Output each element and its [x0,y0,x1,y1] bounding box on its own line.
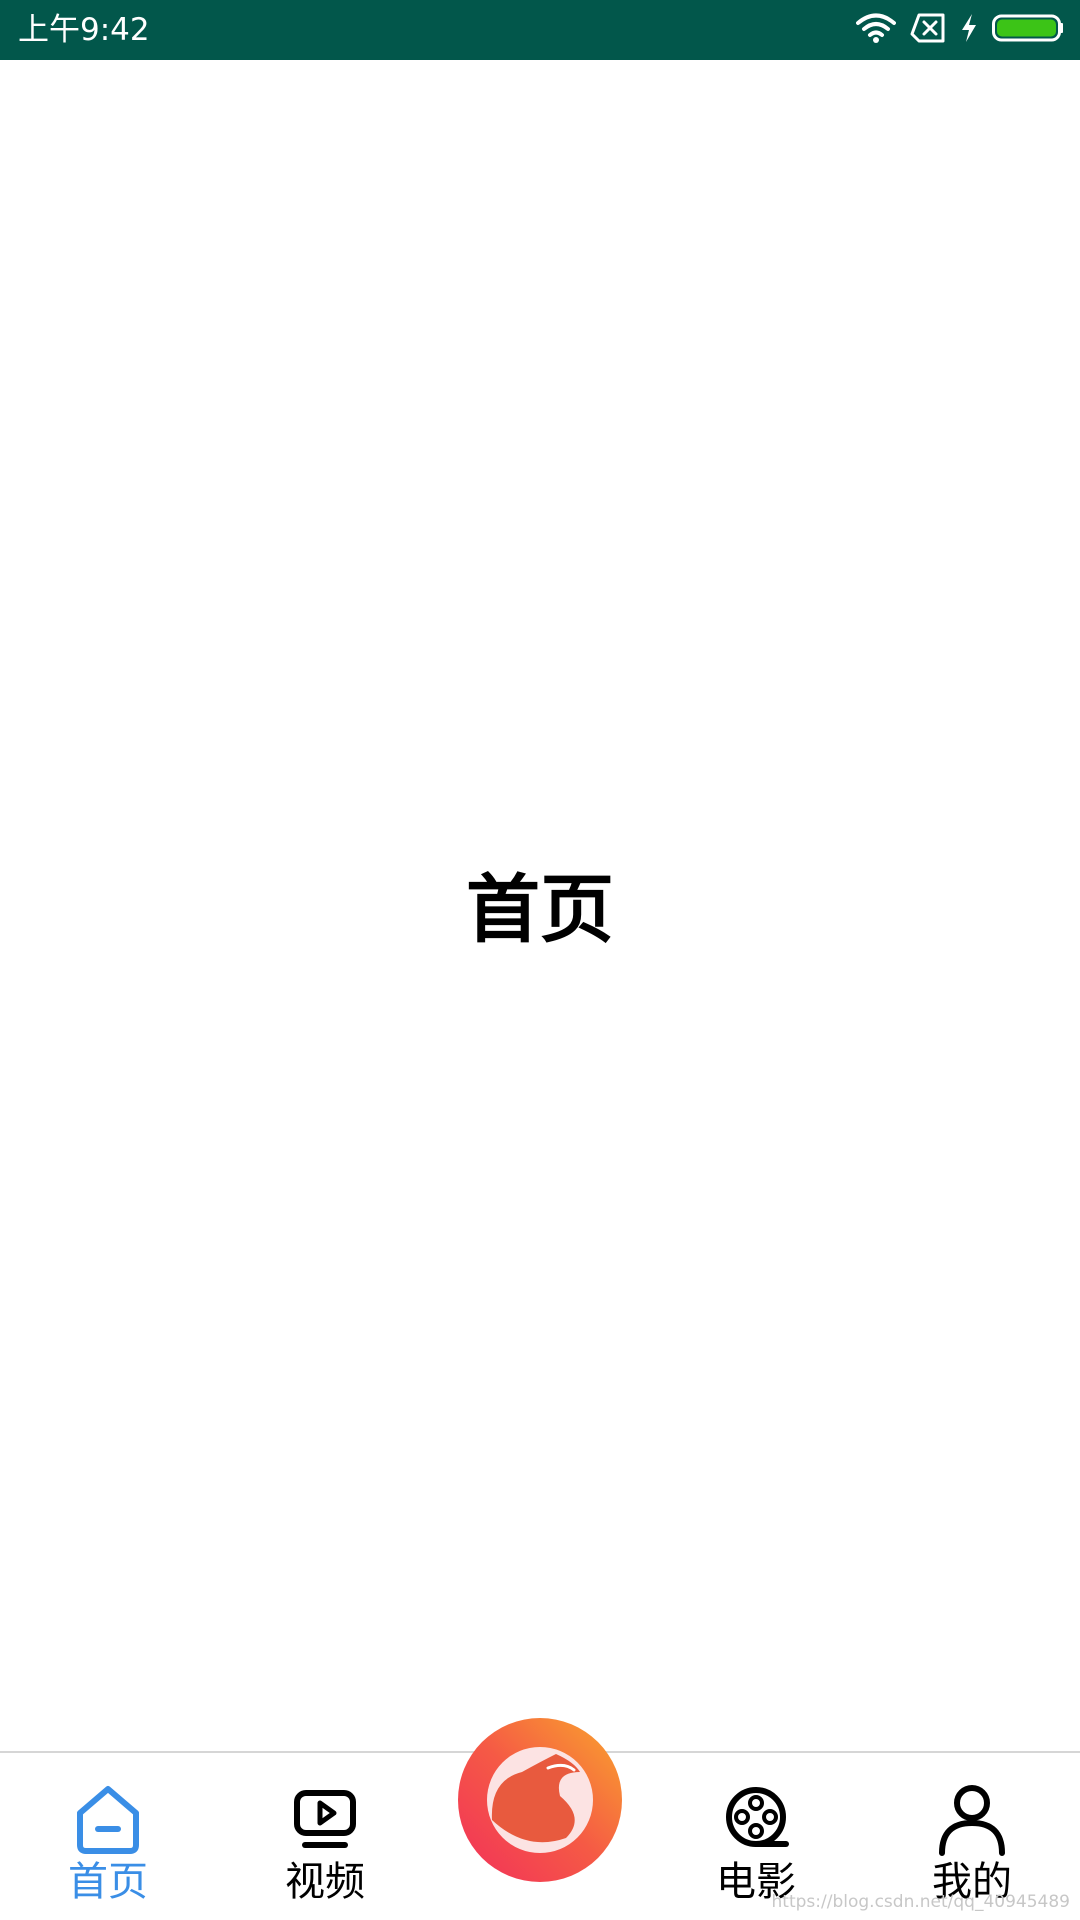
charging-icon [960,13,978,47]
home-icon [68,1779,148,1859]
tab-home[interactable]: 首页 [8,1753,208,1920]
tv-play-icon [285,1779,365,1859]
tab-video[interactable]: 视频 [225,1753,425,1920]
center-action-button[interactable] [456,1716,624,1884]
status-icons [856,12,1064,48]
battery-icon [992,13,1064,47]
tab-home-label: 首页 [68,1859,148,1905]
status-bar: 上午9:42 [0,0,1080,60]
user-icon [932,1779,1012,1859]
wifi-icon [856,12,896,48]
main-content: 首页 [0,60,1080,1751]
app-screen: 上午9:42 首页 首页 视频 电影 我的 https://blog.csdn.… [0,0,1080,1920]
status-time: 上午9:42 [18,12,150,48]
page-title: 首页 [466,867,614,953]
no-sim-icon [910,13,946,47]
tab-video-label: 视频 [285,1859,365,1905]
film-reel-icon [716,1779,796,1859]
bird-logo-icon [458,1718,622,1882]
watermark: https://blog.csdn.net/qq_40945489 [771,1892,1070,1912]
